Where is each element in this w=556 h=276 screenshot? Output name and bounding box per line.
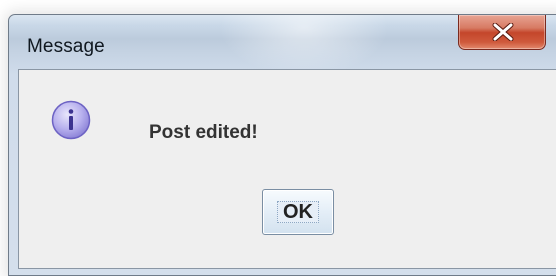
- close-icon: [492, 23, 514, 41]
- close-button[interactable]: [458, 15, 546, 50]
- message-dialog-window: Message Post edited! OK: [8, 14, 556, 276]
- ok-button-label: OK: [283, 200, 313, 223]
- message-text: Post edited!: [149, 122, 258, 143]
- info-icon: [51, 100, 91, 140]
- dialog-content: Post edited! OK: [18, 69, 556, 269]
- window-title: Message: [27, 36, 105, 57]
- titlebar[interactable]: Message: [9, 15, 556, 69]
- ok-button[interactable]: OK: [262, 189, 334, 235]
